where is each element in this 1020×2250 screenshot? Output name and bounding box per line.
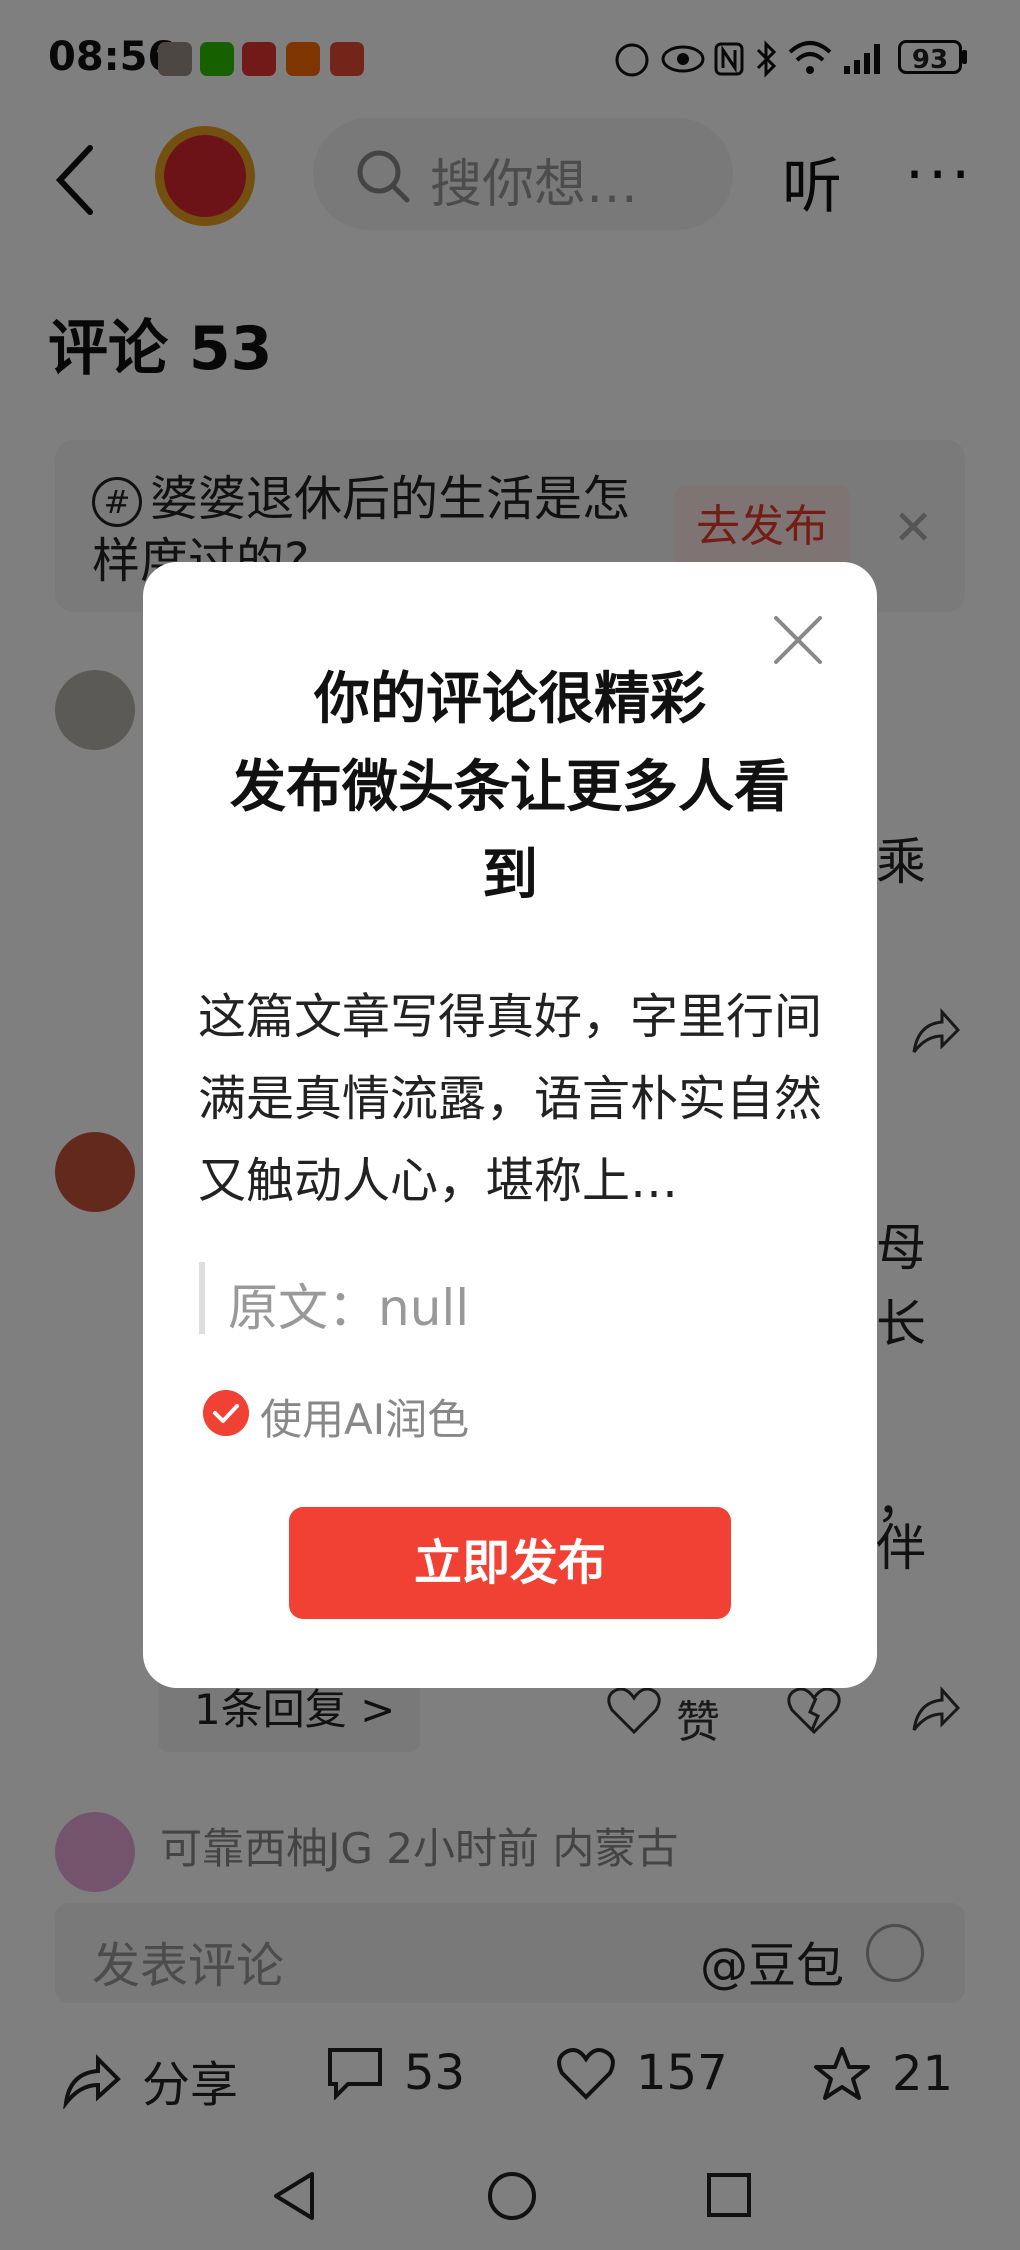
ai-polish-checkbox[interactable] (203, 1390, 249, 1436)
publish-now-button[interactable]: 立即发布 (289, 1507, 731, 1619)
dialog-title-line: 到 (482, 843, 538, 908)
nav-dim (0, 2140, 1020, 2250)
dialog-title-line: 发布微头条让更多人看 (230, 755, 790, 820)
dialog-title: 你的评论很精彩 发布微头条让更多人看 到 (180, 656, 840, 920)
original-text-label: 原文：null (228, 1279, 470, 1337)
dialog-comment-text: 这篇文章写得真好，字里行间满是真情流露，语言朴实自然又触动人心，堪称上… (198, 989, 823, 1209)
quote-bar (199, 1262, 205, 1334)
status-dim (0, 0, 1020, 100)
dialog-title-line: 你的评论很精彩 (314, 667, 706, 732)
ai-polish-label[interactable]: 使用AI润色 (260, 1386, 469, 1447)
